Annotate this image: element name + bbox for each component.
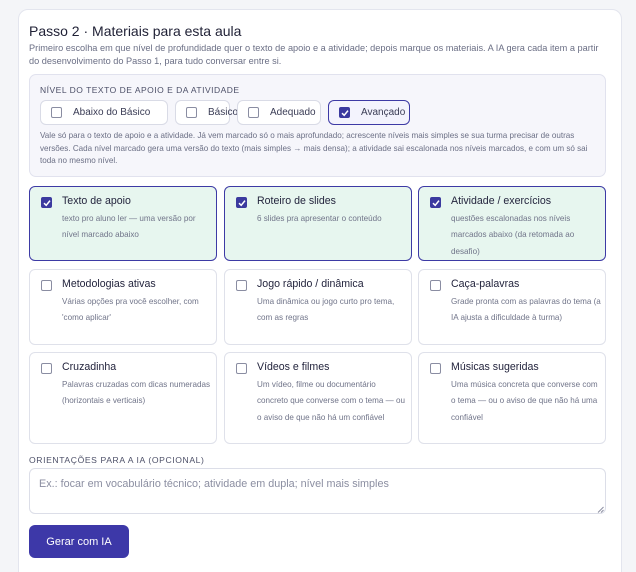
step-description: Primeiro escolha em que nível de profund…: [29, 43, 599, 66]
material-title: Caça-palavras: [451, 278, 520, 290]
material-description: 6 slides pra apresentar o conteúdo: [257, 214, 382, 223]
level-help-text: Vale só para o texto de apoio e a ativid…: [40, 131, 588, 165]
checkbox-icon[interactable]: [236, 363, 247, 374]
material-title: Músicas sugeridas: [451, 361, 539, 373]
level-option-abaixo-do-basico[interactable]: Abaixo do Básico: [40, 100, 168, 125]
checkbox-checked-icon[interactable]: [236, 197, 247, 208]
level-heading: NÍVEL DO TEXTO DE APOIO E DA ATIVIDADE: [40, 85, 240, 95]
material-title: Roteiro de slides: [257, 195, 336, 207]
checkbox-checked-icon[interactable]: [41, 197, 52, 208]
material-description: Uma dinâmica ou jogo curto pro tema, com…: [257, 297, 395, 323]
material-description: Várias opções pra você escolher, com 'co…: [62, 297, 199, 323]
page-title: Passo 2 · Materiais para esta aula: [29, 23, 242, 39]
level-option-label: Abaixo do Básico: [73, 107, 151, 118]
material-caca-palavras[interactable]: Caça-palavras Grade pronta com as palavr…: [418, 269, 606, 345]
level-option-label: Adequado: [270, 107, 316, 118]
checkbox-icon[interactable]: [430, 363, 441, 374]
material-title: Metodologias ativas: [62, 278, 156, 290]
materials-step-card: Passo 2 · Materiais para esta aula Prime…: [18, 9, 622, 572]
material-jogo-rapido[interactable]: Jogo rápido / dinâmica Uma dinâmica ou j…: [224, 269, 412, 345]
material-videos-e-filmes[interactable]: Vídeos e filmes Um vídeo, filme ou docum…: [224, 352, 412, 444]
checkbox-icon[interactable]: [41, 280, 52, 291]
guidance-input[interactable]: [29, 468, 606, 514]
material-title: Cruzadinha: [62, 361, 117, 373]
level-option-label: Avançado: [361, 107, 406, 118]
material-musicas-sugeridas[interactable]: Músicas sugeridas Uma música concreta qu…: [418, 352, 606, 444]
material-metodologias-ativas[interactable]: Metodologias ativas Várias opções pra vo…: [29, 269, 217, 345]
material-description: questões escalonadas nos níveis marcados…: [451, 214, 575, 256]
checkbox-icon[interactable]: [186, 107, 197, 118]
material-atividade-exercicios[interactable]: Atividade / exercícios questões escalona…: [418, 186, 606, 261]
level-option-basico[interactable]: Básico: [175, 100, 238, 125]
material-description: Palavras cruzadas com dicas numeradas (h…: [62, 380, 211, 406]
level-option-adequado[interactable]: Adequado: [237, 100, 321, 125]
checkbox-icon[interactable]: [51, 107, 62, 118]
level-section: NÍVEL DO TEXTO DE APOIO E DA ATIVIDADE A…: [29, 74, 606, 177]
material-description: Uma música concreta que converse com o t…: [451, 380, 598, 422]
checkbox-icon[interactable]: [236, 280, 247, 291]
checkbox-icon[interactable]: [248, 107, 259, 118]
material-title: Texto de apoio: [62, 195, 131, 207]
material-roteiro-de-slides[interactable]: Roteiro de slides 6 slides pra apresenta…: [224, 186, 412, 261]
checkbox-icon[interactable]: [430, 280, 441, 291]
guidance-label: ORIENTAÇÕES PARA A IA (OPCIONAL): [29, 455, 205, 465]
material-cruzadinha[interactable]: Cruzadinha Palavras cruzadas com dicas n…: [29, 352, 217, 444]
material-description: Um vídeo, filme ou documentário concreto…: [257, 380, 406, 422]
material-description: texto pro aluno ler — uma versão por nív…: [62, 214, 196, 240]
level-option-avancado[interactable]: Avançado: [328, 100, 410, 125]
checkbox-checked-icon[interactable]: [339, 107, 350, 118]
generate-with-ai-button[interactable]: Gerar com IA: [29, 525, 129, 558]
level-option-label: Básico: [208, 107, 239, 118]
material-texto-de-apoio[interactable]: Texto de apoio texto pro aluno ler — uma…: [29, 186, 217, 261]
material-title: Atividade / exercícios: [451, 195, 552, 207]
checkbox-icon[interactable]: [41, 363, 52, 374]
resize-grip-icon[interactable]: [597, 506, 604, 513]
checkbox-checked-icon[interactable]: [430, 197, 441, 208]
material-title: Jogo rápido / dinâmica: [257, 278, 364, 290]
material-title: Vídeos e filmes: [257, 361, 330, 373]
material-description: Grade pronta com as palavras do tema (a …: [451, 297, 601, 323]
